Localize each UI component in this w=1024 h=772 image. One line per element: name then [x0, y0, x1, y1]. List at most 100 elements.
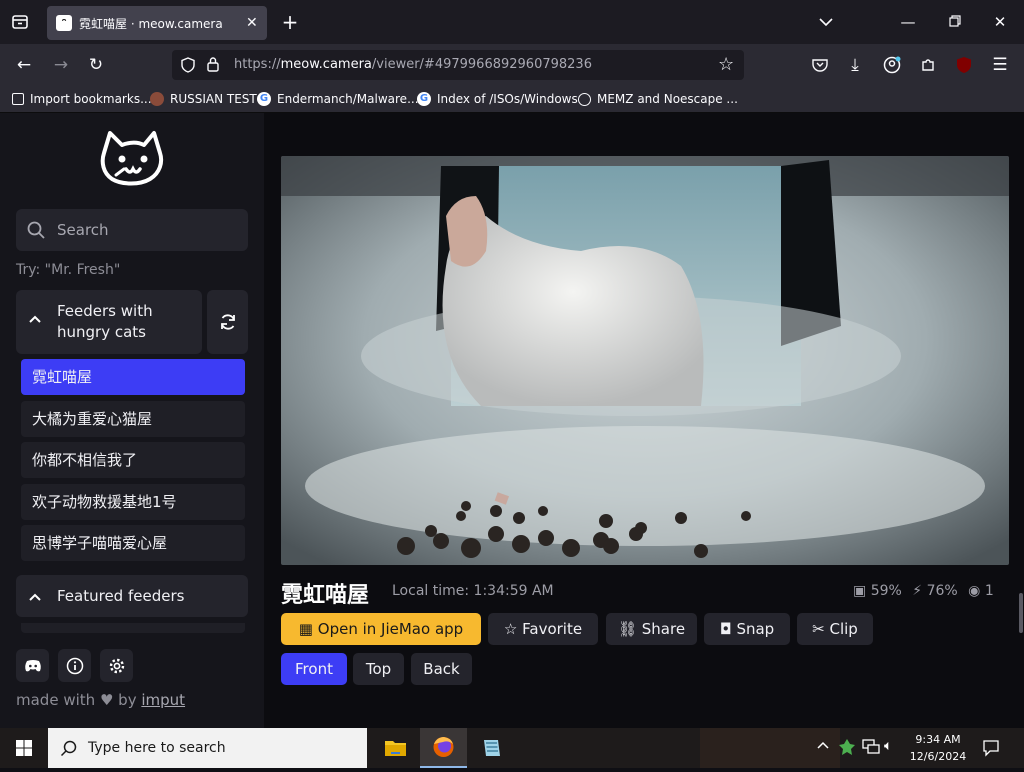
tab-title: 霓虹喵屋 · meow.camera — [79, 16, 223, 31]
bookmark-label: MEMZ and Noescape ... — [597, 92, 738, 106]
clip-button[interactable]: ✂ Clip — [797, 613, 873, 645]
cat-favicon-icon: ᵔ — [56, 15, 72, 31]
shield-icon[interactable] — [180, 57, 196, 77]
file-explorer-icon[interactable] — [372, 728, 419, 768]
battery-icon: ⚡ — [912, 583, 923, 599]
featured-list-peek — [21, 623, 245, 633]
settings-button[interactable] — [100, 649, 133, 682]
discord-button[interactable] — [16, 649, 49, 682]
hamburger-menu-icon[interactable]: ☰ — [985, 44, 1015, 86]
snap-button[interactable]: ◘ Snap — [704, 613, 790, 645]
notepad-icon[interactable] — [468, 728, 515, 768]
camera-icon: ◘ — [719, 620, 732, 638]
view-front-button[interactable]: Front — [281, 653, 347, 685]
info-button[interactable] — [58, 649, 91, 682]
taskbar-clock[interactable]: 9:34 AM 12/6/2024 — [905, 731, 971, 765]
ublock-origin-icon[interactable] — [949, 44, 979, 90]
extensions-icon[interactable] — [913, 44, 943, 89]
feeder-label: 思博学子喵喵爱心屋 — [32, 534, 168, 552]
link-icon: ⛓ — [617, 620, 637, 638]
camera-video-feed[interactable] — [281, 156, 1009, 565]
chevron-up-icon — [28, 312, 42, 328]
battery-level: 76% — [926, 583, 958, 599]
globe-icon — [578, 92, 591, 106]
site-icon — [150, 92, 164, 106]
food-icon: ▣ — [853, 583, 867, 599]
search-placeholder: Search — [57, 221, 109, 239]
meow-camera-logo[interactable] — [100, 129, 166, 191]
bookmark-endermanch[interactable]: G Endermanch/Malware... — [257, 86, 419, 112]
restore-window-icon[interactable] — [943, 0, 967, 44]
search-icon — [60, 739, 78, 761]
section-featured-toggle[interactable]: Featured feeders — [16, 575, 248, 617]
open-in-app-button[interactable]: ▦ Open in JieMao app — [281, 613, 481, 645]
minimize-window-icon[interactable]: — — [896, 0, 920, 44]
tab-list-icon[interactable] — [8, 0, 32, 44]
browser-title-bar: ᵔ 霓虹喵屋 · meow.camera ✕ + — ✕ — [0, 0, 1024, 44]
close-window-icon[interactable]: ✕ — [988, 0, 1012, 44]
taskbar-search-box[interactable]: Type here to search — [48, 728, 367, 768]
feeder-stats: ▣ 59% ⚡ 76% ◉ 1 — [853, 583, 994, 599]
search-hint: Try: "Mr. Fresh" — [16, 262, 121, 278]
new-tab-icon[interactable]: + — [278, 0, 302, 44]
feeder-item[interactable]: 思博学子喵喵爱心屋 — [21, 525, 245, 561]
browser-tab-active[interactable]: ᵔ 霓虹喵屋 · meow.camera ✕ — [47, 6, 267, 40]
bookmark-memz[interactable]: MEMZ and Noescape ... — [578, 86, 738, 112]
feeder-item[interactable]: 欢子动物救援基地1号 — [21, 484, 245, 520]
page-content: Search Try: "Mr. Fresh" Feeders with hun… — [0, 113, 1024, 728]
view-back-button[interactable]: Back — [411, 653, 472, 685]
feeder-title: 霓虹喵屋 — [281, 583, 370, 608]
taskbar-search-placeholder: Type here to search — [88, 740, 226, 756]
section-title: Featured feeders — [57, 587, 185, 605]
qr-code-icon: ▦ — [298, 620, 313, 638]
account-icon[interactable] — [877, 44, 907, 90]
credit-by: by — [118, 691, 137, 709]
scissors-icon: ✂ — [812, 620, 825, 638]
google-icon: G — [417, 92, 431, 106]
navigation-toolbar: ← → ↻ https://meow.camera/viewer/#497996… — [0, 44, 1024, 86]
section-hungry-cats-toggle[interactable]: Feeders with hungry cats — [16, 290, 202, 354]
windows-start-icon[interactable] — [0, 728, 48, 768]
tray-app-icon[interactable] — [838, 738, 856, 760]
list-all-tabs-icon[interactable] — [814, 0, 838, 44]
notifications-icon[interactable] — [982, 739, 1000, 761]
refresh-button[interactable] — [207, 290, 248, 354]
bookmarks-toolbar: Import bookmarks... RUSSIAN TEST G Enderm… — [0, 86, 1024, 113]
downloads-icon[interactable]: ⤓ — [840, 44, 870, 86]
volume-icon[interactable]: 🔈︎ — [884, 738, 892, 754]
author-link[interactable]: imput — [141, 691, 185, 709]
windows-taskbar: Type here to search 🔈︎ 9:34 AM 12/6/2024 — [0, 728, 1024, 768]
forward-arrow-icon[interactable]: → — [46, 44, 76, 86]
feeder-item[interactable]: 你都不相信我了 — [21, 442, 245, 478]
favorite-button[interactable]: ☆ Favorite — [488, 613, 598, 645]
feeder-label: 欢子动物救援基地1号 — [32, 493, 177, 511]
url-path: /viewer/#4979966892960798236 — [371, 57, 592, 72]
url-text[interactable]: https://meow.camera/viewer/#497996689296… — [234, 50, 592, 80]
bookmark-index-isos[interactable]: G Index of /ISOs/Windows — [417, 86, 578, 112]
url-scheme: https:// — [234, 57, 281, 72]
feeder-label: 大橘为重爱心猫屋 — [32, 410, 153, 428]
show-hidden-icons-chevron-icon[interactable] — [816, 739, 830, 753]
page-scrollbar[interactable] — [1019, 593, 1023, 633]
feeder-item[interactable]: 大橘为重爱心猫屋 — [21, 401, 245, 437]
firefox-taskbar-icon[interactable] — [420, 728, 467, 768]
button-label: Favorite — [522, 620, 583, 638]
bookmark-import[interactable]: Import bookmarks... — [12, 86, 152, 112]
bookmark-label: Index of /ISOs/Windows — [437, 92, 578, 106]
search-input[interactable]: Search — [16, 209, 248, 251]
back-arrow-icon[interactable]: ← — [9, 44, 39, 86]
close-tab-icon[interactable]: ✕ — [246, 15, 258, 31]
bookmark-russian-test[interactable]: RUSSIAN TEST — [150, 86, 257, 112]
reload-icon[interactable]: ↻ — [81, 44, 111, 86]
share-button[interactable]: ⛓ Share — [606, 613, 697, 645]
feeder-item[interactable]: 霓虹喵屋 — [21, 359, 245, 395]
network-icon[interactable] — [862, 739, 880, 759]
viewer-count: 1 — [984, 583, 994, 599]
eye-icon: ◉ — [968, 583, 981, 599]
pocket-icon[interactable] — [805, 44, 835, 88]
bookmark-star-icon[interactable]: ☆ — [718, 55, 734, 75]
feeder-label: 霓虹喵屋 — [32, 368, 93, 386]
view-top-button[interactable]: Top — [353, 653, 404, 685]
address-bar[interactable]: https://meow.camera/viewer/#497996689296… — [172, 50, 744, 80]
lock-icon[interactable] — [206, 56, 220, 77]
